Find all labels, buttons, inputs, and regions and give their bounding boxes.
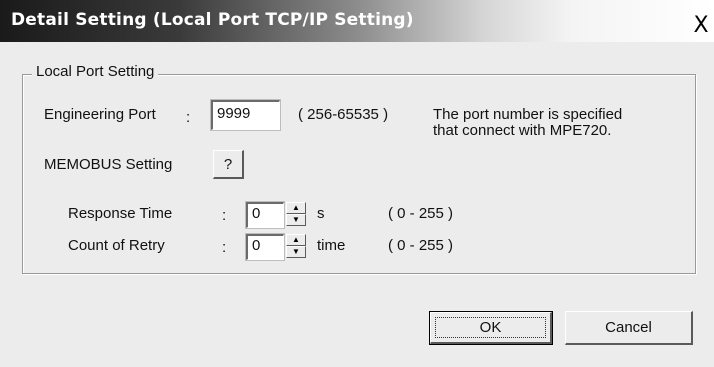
down-arrow-icon[interactable]: ▼ xyxy=(286,246,306,258)
memobus-help-button[interactable]: ? xyxy=(213,150,244,179)
detail-setting-dialog: Detail Setting (Local Port TCP/IP Settin… xyxy=(0,0,714,367)
response-time-unit: s xyxy=(317,205,325,222)
title-bar[interactable]: Detail Setting (Local Port TCP/IP Settin… xyxy=(0,0,714,42)
response-time-spinner[interactable]: ▲ ▼ xyxy=(286,202,306,227)
group-legend: Local Port Setting xyxy=(32,63,159,80)
response-time-range: ( 0 - 255 ) xyxy=(388,205,454,222)
response-time-label: Response Time xyxy=(68,205,173,222)
cancel-button[interactable]: Cancel xyxy=(565,311,693,345)
up-arrow-icon[interactable]: ▲ xyxy=(286,202,306,214)
engineering-port-input[interactable]: 9999 xyxy=(210,99,281,131)
retry-count-unit: time xyxy=(317,237,346,254)
down-arrow-icon[interactable]: ▼ xyxy=(286,214,306,226)
engineering-port-label: Engineering Port xyxy=(44,106,156,123)
up-arrow-icon[interactable]: ▲ xyxy=(286,234,306,246)
retry-count-input[interactable]: 0 xyxy=(245,233,285,261)
close-icon[interactable]: X xyxy=(690,15,712,37)
ok-button-frame: OK xyxy=(429,311,553,345)
retry-count-range: ( 0 - 255 ) xyxy=(388,237,454,254)
engineering-port-colon: : xyxy=(186,109,191,126)
dialog-title: Detail Setting (Local Port TCP/IP Settin… xyxy=(11,10,414,30)
response-time-input[interactable]: 0 xyxy=(245,201,285,229)
memobus-setting-label: MEMOBUS Setting xyxy=(44,156,173,173)
focus-indicator xyxy=(435,317,546,338)
retry-count-colon: : xyxy=(222,239,227,256)
response-time-colon: : xyxy=(222,207,227,224)
engineering-port-note-line1: The port number is specified xyxy=(433,106,623,123)
retry-count-label: Count of Retry xyxy=(68,237,165,254)
engineering-port-range: ( 256-65535 ) xyxy=(298,106,389,123)
retry-count-spinner[interactable]: ▲ ▼ xyxy=(286,234,306,259)
ok-button[interactable]: OK xyxy=(430,312,552,344)
engineering-port-note-line2: that connect with MPE720. xyxy=(433,122,612,139)
